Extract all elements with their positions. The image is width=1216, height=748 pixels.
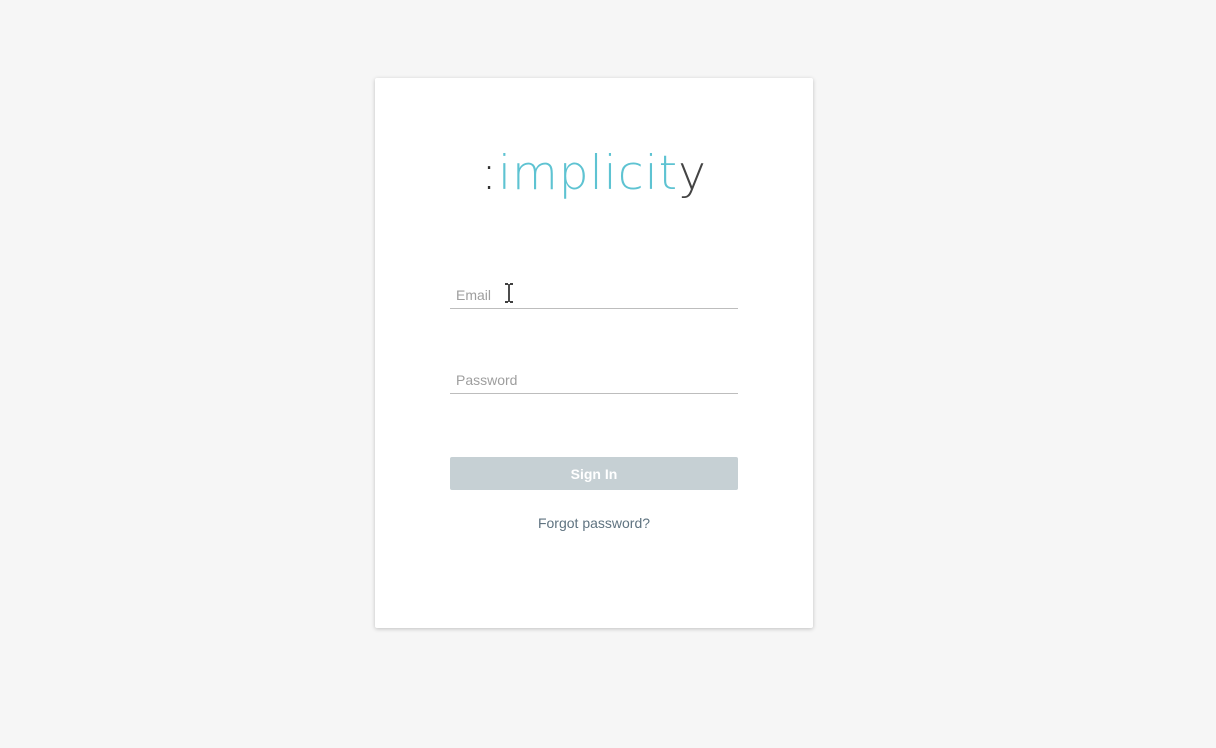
email-field[interactable] bbox=[450, 281, 738, 309]
sign-in-button[interactable]: Sign In bbox=[450, 457, 738, 490]
logo-middle: implicit bbox=[497, 146, 679, 201]
implicity-logo: :implicity bbox=[375, 144, 813, 204]
login-card: :implicity Sign In Forgot password? bbox=[375, 78, 813, 628]
forgot-password-link[interactable]: Forgot password? bbox=[375, 515, 813, 531]
logo-suffix: y bbox=[678, 146, 707, 201]
logo-prefix: : bbox=[481, 146, 498, 201]
password-field[interactable] bbox=[450, 366, 738, 394]
